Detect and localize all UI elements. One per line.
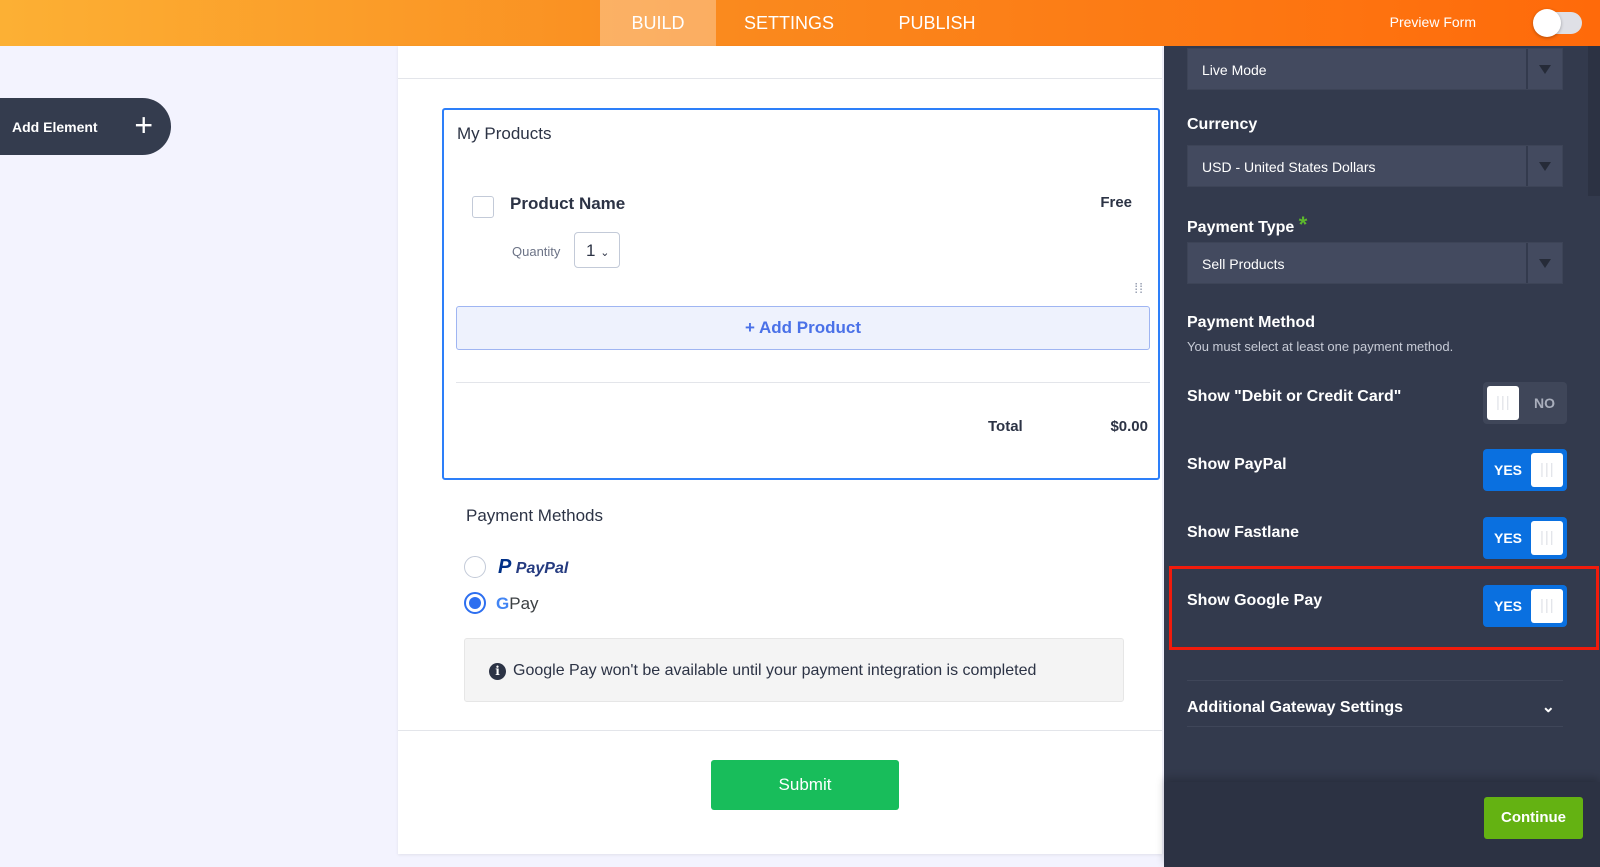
quantity-value: 1 — [586, 241, 596, 260]
gpay-logo: GPay — [496, 594, 539, 613]
gpay-notice: i Google Pay won't be available until you… — [464, 638, 1124, 702]
submit-button[interactable]: Submit — [711, 760, 899, 810]
products-field[interactable]: My Products Product Name Free Quantity 1… — [442, 108, 1160, 480]
tab-publish[interactable]: PUBLISH — [878, 0, 996, 46]
total-value: $0.00 — [1110, 418, 1148, 435]
toggle-label-fastlane: Show Fastlane — [1187, 524, 1300, 541]
mode-select[interactable]: Live Mode — [1187, 48, 1563, 90]
paypal-toggle[interactable]: YES — [1483, 449, 1567, 491]
drag-handle-icon[interactable]: ⁞⁞ — [1134, 281, 1144, 295]
panel-footer: Continue — [1164, 782, 1600, 867]
additional-gateway-settings[interactable]: Additional Gateway Settings ⌄ — [1187, 699, 1563, 717]
product-name: Product Name — [510, 194, 626, 213]
add-element-button[interactable]: Add Element + — [0, 98, 171, 155]
quantity-label: Quantity — [512, 244, 561, 259]
dropdown-arrow-icon — [1526, 49, 1562, 89]
currency-value: USD - United States Dollars — [1202, 159, 1376, 175]
divider — [398, 730, 1162, 731]
plus-icon: + — [134, 107, 153, 143]
divider — [1187, 726, 1563, 727]
tab-build[interactable]: BUILD — [600, 0, 716, 46]
payment-method-hint: You must select at least one payment met… — [1187, 339, 1454, 354]
divider — [398, 78, 1162, 79]
products-title: My Products — [457, 124, 552, 143]
payment-methods-title: Payment Methods — [466, 506, 604, 525]
fastlane-toggle[interactable]: YES — [1483, 517, 1567, 559]
properties-panel: Live Mode Currency USD - United States D… — [1164, 46, 1600, 867]
product-checkbox[interactable] — [472, 196, 494, 218]
chevron-down-icon: ⌄ — [600, 247, 610, 259]
gpay-radio[interactable] — [464, 592, 486, 614]
product-price: Free — [1100, 194, 1132, 211]
paypal-logo: P PayPal — [498, 556, 569, 578]
currency-select[interactable]: USD - United States Dollars — [1187, 145, 1563, 187]
info-icon: i — [489, 663, 506, 680]
preview-form-label: Preview Form — [1389, 14, 1476, 30]
google-pay-toggle[interactable]: YES — [1483, 585, 1567, 627]
payment-type-value: Sell Products — [1202, 256, 1285, 272]
preview-form-toggle[interactable] — [1533, 9, 1582, 37]
form-canvas: My Products Product Name Free Quantity 1… — [398, 46, 1162, 854]
currency-label: Currency — [1187, 116, 1258, 133]
required-asterisk: * — [1298, 212, 1308, 237]
total-label: Total — [988, 418, 1023, 435]
divider — [1187, 680, 1563, 681]
add-product-button[interactable]: + Add Product — [456, 306, 1150, 350]
debit-credit-toggle[interactable]: NO — [1483, 382, 1567, 424]
payment-method-label: Payment Method — [1187, 314, 1316, 331]
dropdown-arrow-icon — [1526, 146, 1562, 186]
scrollbar[interactable] — [1588, 46, 1600, 196]
mode-value: Live Mode — [1202, 62, 1267, 78]
payment-type-label: Payment Type * — [1187, 212, 1308, 237]
notice-text: Google Pay won't be available until your… — [513, 662, 1037, 679]
toggle-label-card: Show "Debit or Credit Card" — [1187, 388, 1402, 405]
payment-type-select[interactable]: Sell Products — [1187, 242, 1563, 284]
dropdown-arrow-icon — [1526, 243, 1562, 283]
quantity-select[interactable]: 1 ⌄ — [574, 232, 620, 268]
chevron-down-icon: ⌄ — [1541, 699, 1555, 716]
toggle-label-paypal: Show PayPal — [1187, 456, 1287, 473]
paypal-radio[interactable] — [464, 556, 486, 578]
continue-button[interactable]: Continue — [1484, 797, 1583, 839]
tab-settings[interactable]: SETTINGS — [730, 0, 848, 46]
top-bar: BUILD SETTINGS PUBLISH Preview Form — [0, 0, 1600, 46]
add-element-label: Add Element — [12, 119, 98, 135]
toggle-label-google-pay: Show Google Pay — [1187, 592, 1323, 609]
divider — [456, 382, 1150, 383]
